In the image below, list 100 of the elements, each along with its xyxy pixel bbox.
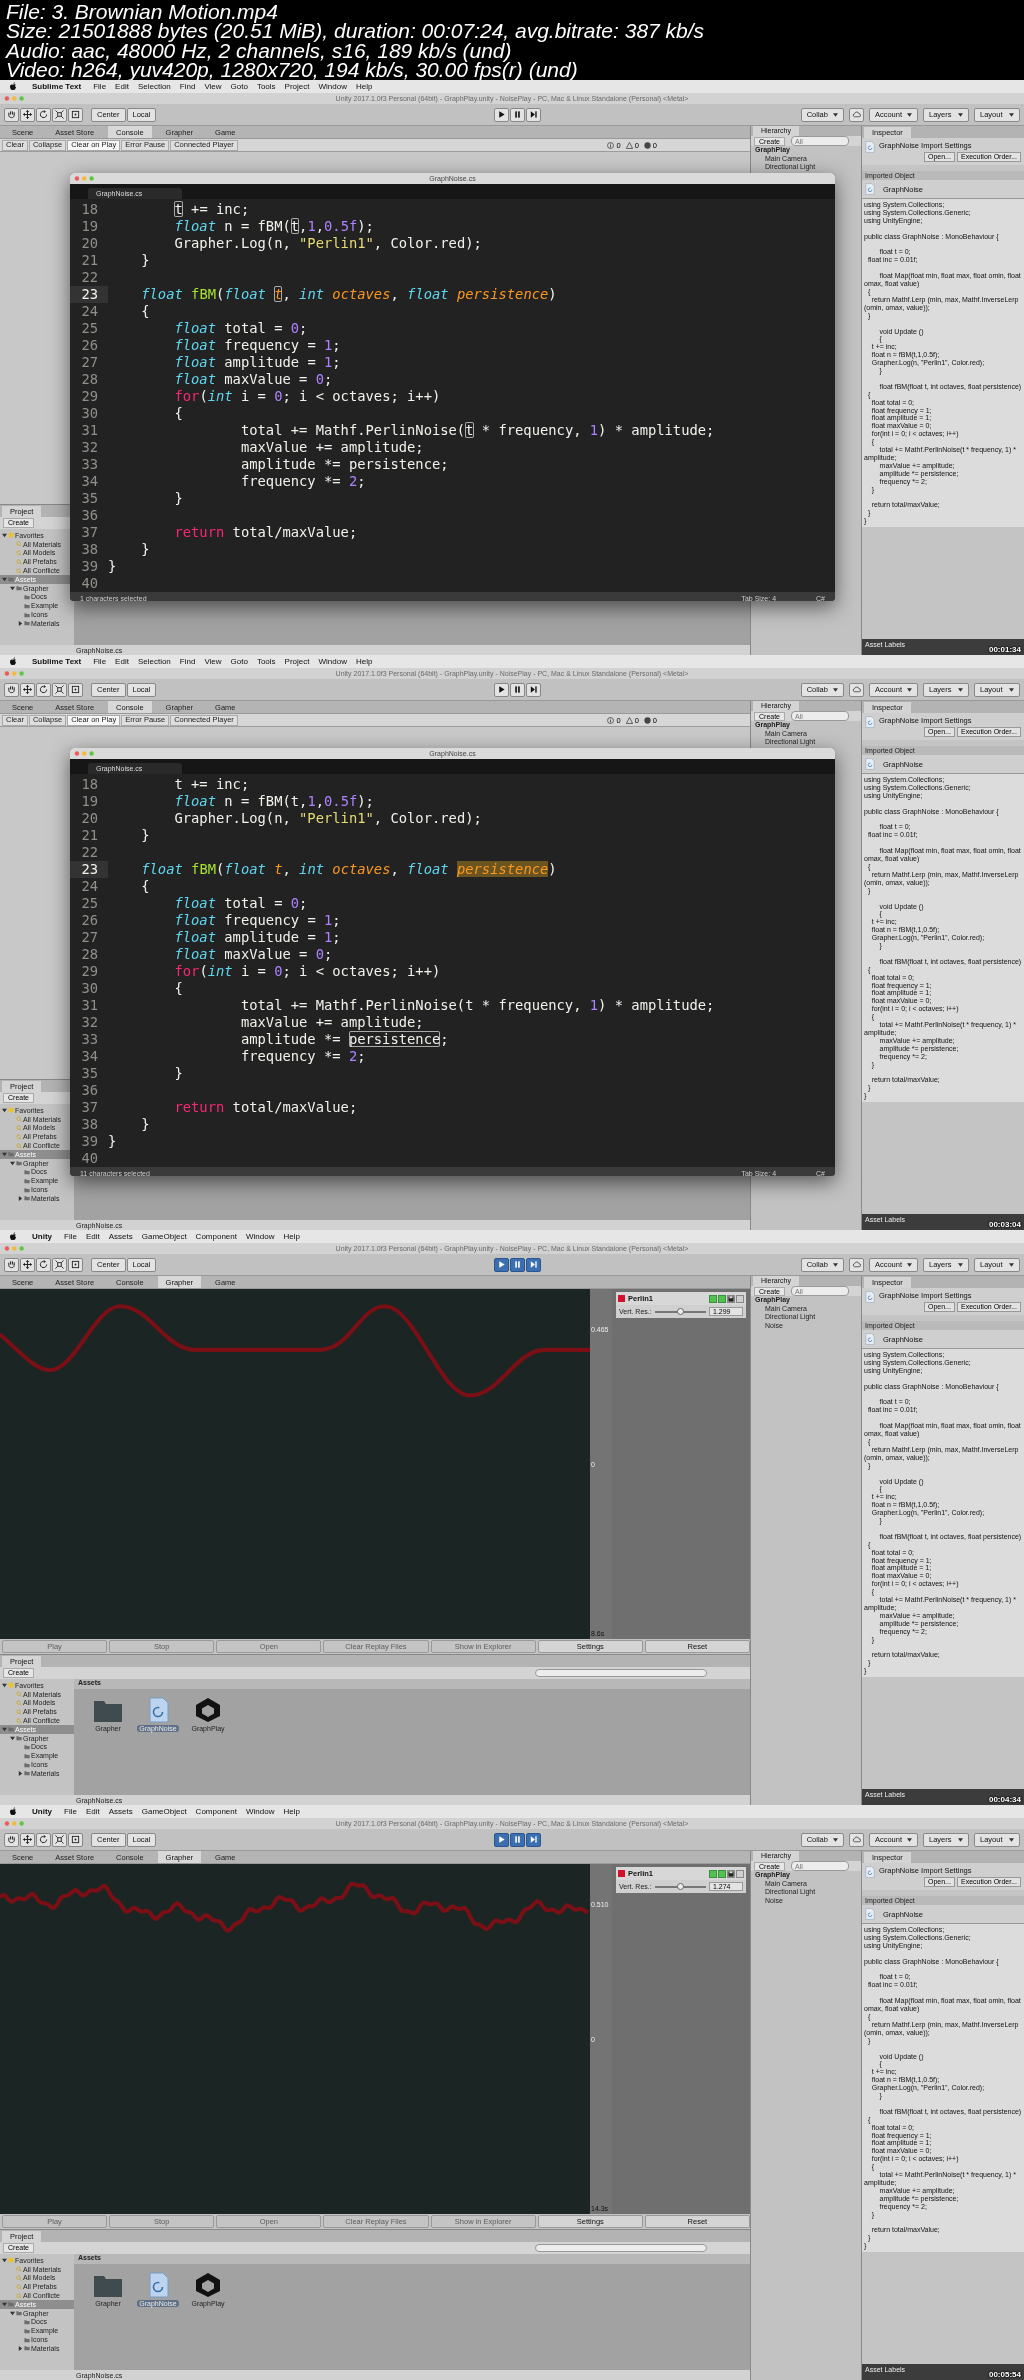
disclosure-triangle-icon[interactable] (10, 1160, 15, 1166)
menu-app-name[interactable]: Unity (32, 1232, 52, 1241)
disclosure-triangle-icon[interactable] (18, 1770, 23, 1776)
menu-app-name[interactable]: Sublime Text (32, 657, 82, 666)
search-field[interactable] (535, 1669, 707, 1677)
disclosure-triangle-icon[interactable] (2, 1682, 7, 1688)
slider-thumb[interactable] (676, 1883, 684, 1890)
move-tool-button[interactable] (20, 1832, 35, 1847)
logo-icon[interactable] (10, 657, 17, 666)
rect-tool-button[interactable] (68, 107, 83, 122)
menu-item[interactable]: GameObject (141, 1807, 187, 1816)
menu-item[interactable]: Assets (108, 1807, 133, 1816)
menu-item[interactable]: Help (355, 657, 373, 666)
save-button[interactable] (727, 1294, 735, 1303)
move-tool-button[interactable] (20, 107, 35, 122)
rotate-tool-button[interactable] (36, 1257, 51, 1272)
cloud-button[interactable] (848, 1832, 864, 1847)
menu-item[interactable]: File (93, 82, 107, 91)
scale-tool-button[interactable] (52, 1257, 67, 1272)
step-button[interactable] (526, 107, 542, 122)
hand-tool-button[interactable] (4, 1257, 19, 1272)
disclosure-triangle-icon[interactable] (2, 1726, 7, 1732)
scale-tool-button[interactable] (52, 107, 67, 122)
menu-item[interactable]: Window (245, 1232, 275, 1241)
menu-app-name[interactable]: Unity (32, 1807, 52, 1816)
expand-toggle[interactable] (718, 1294, 726, 1303)
menu-item[interactable]: Edit (115, 82, 129, 91)
rect-tool-button[interactable] (68, 1832, 83, 1847)
menu-item[interactable]: Goto (230, 82, 248, 91)
disclosure-triangle-icon[interactable] (18, 620, 23, 626)
play-button[interactable] (494, 682, 510, 697)
rotate-tool-button[interactable] (36, 682, 51, 697)
disclosure-triangle-icon[interactable] (2, 532, 7, 538)
menu-item[interactable]: Edit (85, 1807, 100, 1816)
menu-item[interactable]: Help (283, 1232, 300, 1241)
expand-toggle[interactable] (718, 1869, 726, 1878)
menu-item[interactable]: Find (179, 657, 196, 666)
menu-item[interactable]: GameObject (141, 1232, 187, 1241)
disclosure-triangle-icon[interactable] (2, 576, 7, 582)
step-button[interactable] (526, 682, 542, 697)
pause-button[interactable] (510, 1257, 526, 1272)
rect-tool-button[interactable] (68, 682, 83, 697)
play-button[interactable] (494, 1832, 510, 1847)
menu-item[interactable]: Assets (108, 1232, 133, 1241)
disclosure-triangle-icon[interactable] (2, 2257, 7, 2263)
search-field[interactable] (535, 2244, 707, 2252)
hand-tool-button[interactable] (4, 107, 19, 122)
hand-tool-button[interactable] (4, 682, 19, 697)
menu-item[interactable]: Help (283, 1807, 300, 1816)
menu-item[interactable]: Find (179, 82, 196, 91)
play-button[interactable] (494, 107, 510, 122)
logo-icon[interactable] (10, 1232, 17, 1241)
pause-button[interactable] (510, 682, 526, 697)
vert-res-slider[interactable] (654, 1310, 706, 1313)
vert-res-slider[interactable] (654, 1885, 706, 1888)
pause-button[interactable] (510, 107, 526, 122)
pause-button[interactable] (510, 1832, 526, 1847)
hand-tool-button[interactable] (4, 1832, 19, 1847)
logo-icon[interactable] (10, 1807, 17, 1816)
rect-tool-button[interactable] (68, 1257, 83, 1272)
menu-item[interactable]: Tools (256, 657, 276, 666)
rotate-tool-button[interactable] (36, 107, 51, 122)
disclosure-triangle-icon[interactable] (10, 2310, 15, 2316)
menu-item[interactable]: Window (318, 82, 347, 91)
menu-item[interactable]: Edit (85, 1232, 100, 1241)
menu-item[interactable]: File (93, 657, 107, 666)
scale-tool-button[interactable] (52, 682, 67, 697)
menu-item[interactable]: Window (318, 657, 347, 666)
disclosure-triangle-icon[interactable] (2, 1151, 7, 1157)
menu-item[interactable]: Component (195, 1232, 237, 1241)
menu-item[interactable]: Help (355, 82, 373, 91)
slider-thumb[interactable] (676, 1308, 684, 1315)
disclosure-triangle-icon[interactable] (18, 1195, 23, 1201)
menu-app-name[interactable]: Sublime Text (32, 82, 82, 91)
menu-item[interactable]: Tools (256, 82, 276, 91)
cloud-button[interactable] (848, 682, 864, 697)
cloud-button[interactable] (848, 107, 864, 122)
show-toggle[interactable] (709, 1869, 717, 1878)
cube-logo-icon[interactable] (193, 1697, 223, 1723)
menu-item[interactable]: View (204, 82, 222, 91)
menu-item[interactable]: Selection (137, 657, 171, 666)
disclosure-triangle-icon[interactable] (10, 585, 15, 591)
menu-item[interactable]: Project (284, 82, 310, 91)
move-tool-button[interactable] (20, 682, 35, 697)
show-toggle[interactable] (709, 1294, 717, 1303)
menu-item[interactable]: Selection (137, 82, 171, 91)
move-tool-button[interactable] (20, 1257, 35, 1272)
menu-item[interactable]: Goto (230, 657, 248, 666)
disclosure-triangle-icon[interactable] (18, 2345, 23, 2351)
cube-logo-icon[interactable] (193, 2272, 223, 2298)
disclosure-triangle-icon[interactable] (2, 1107, 7, 1113)
rotate-tool-button[interactable] (36, 1832, 51, 1847)
menu-item[interactable]: Component (195, 1807, 237, 1816)
step-button[interactable] (526, 1257, 542, 1272)
disclosure-triangle-icon[interactable] (10, 1735, 15, 1741)
menu-item[interactable]: File (64, 1807, 77, 1816)
menu-item[interactable]: Window (245, 1807, 275, 1816)
scale-tool-button[interactable] (52, 1832, 67, 1847)
logo-icon[interactable] (10, 82, 17, 91)
menu-item[interactable]: Edit (115, 657, 129, 666)
